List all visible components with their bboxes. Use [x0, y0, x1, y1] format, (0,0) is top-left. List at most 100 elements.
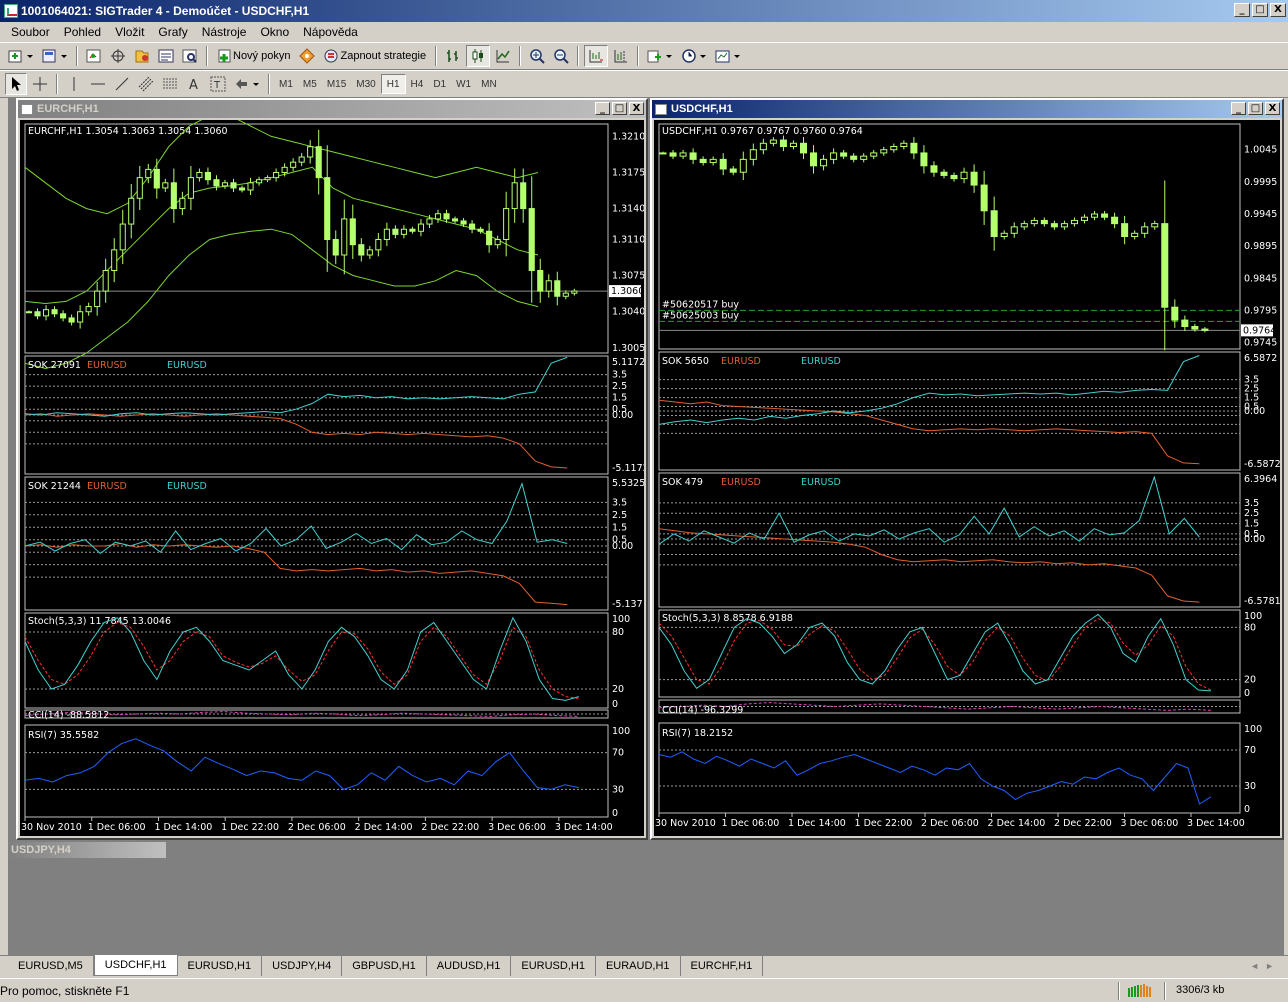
- candle-body: [42, 309, 50, 317]
- horizontal-line-icon[interactable]: [87, 73, 109, 95]
- data-window-icon[interactable]: [107, 45, 129, 67]
- text-icon[interactable]: A: [183, 73, 205, 95]
- level-label: 1.5: [612, 522, 627, 533]
- menu-charts[interactable]: Grafy: [151, 25, 194, 39]
- candle-body: [930, 165, 938, 173]
- candle-body: [315, 146, 322, 179]
- tf-m5[interactable]: M5: [298, 74, 322, 94]
- tf-mn[interactable]: MN: [476, 74, 502, 94]
- maximize-button[interactable]: □: [1252, 3, 1268, 17]
- tf-m15[interactable]: M15: [322, 74, 351, 94]
- cursor-icon[interactable]: [5, 73, 27, 95]
- equidistant-channel-icon[interactable]: [135, 73, 157, 95]
- bar-chart-icon[interactable]: [442, 45, 464, 67]
- line-chart-icon[interactable]: [492, 45, 514, 67]
- crosshair-icon[interactable]: [29, 73, 51, 95]
- current-price-label: 0.9764: [1243, 325, 1276, 336]
- tab-eurchf-h1[interactable]: EURCHF,H1: [681, 956, 764, 976]
- templates-button[interactable]: [712, 45, 744, 67]
- tab-gbpusd-h1[interactable]: GBPUSD,H1: [342, 956, 427, 976]
- tf-h1[interactable]: H1: [380, 74, 406, 94]
- chart-minimize-button[interactable]: _: [595, 102, 610, 115]
- chart-maximize-button[interactable]: □: [1248, 102, 1263, 115]
- candle-body: [341, 218, 348, 256]
- candle-body: [417, 223, 425, 232]
- tf-h4[interactable]: H4: [406, 74, 429, 94]
- strategy-tester-icon[interactable]: [179, 45, 201, 67]
- candle-body: [699, 158, 707, 164]
- trendline-icon[interactable]: [111, 73, 133, 95]
- candle-body: [689, 152, 697, 160]
- candle-body: [1091, 213, 1099, 218]
- chart-svg-eurchf[interactable]: 1.3210 1.3175 1.3140 1.3110 1.3075 1.3040 1.30…: [20, 120, 644, 836]
- chart-canvas[interactable]: 1.0045 0.9995 0.9945 0.9895 0.9845 0.9795 0.97…: [654, 120, 1280, 836]
- tab-audusd-h1[interactable]: AUDUSD,H1: [427, 956, 512, 976]
- arrows-icon[interactable]: [231, 73, 263, 95]
- chart-maximize-button[interactable]: □: [612, 102, 627, 115]
- indicators-button[interactable]: [644, 45, 676, 67]
- market-watch-icon[interactable]: [83, 45, 105, 67]
- menu-help[interactable]: Nápověda: [296, 25, 365, 39]
- metaeditor-icon[interactable]: [296, 45, 318, 67]
- close-button[interactable]: X: [1270, 3, 1286, 17]
- status-divider: [1118, 982, 1120, 1000]
- menu-insert[interactable]: Vložit: [108, 25, 151, 39]
- candle-body: [324, 177, 331, 241]
- vertical-line-icon[interactable]: [63, 73, 85, 95]
- expert-advisors-button[interactable]: Zapnout strategie: [320, 45, 430, 67]
- tf-w1[interactable]: W1: [451, 74, 476, 94]
- tab-eurusd-h1[interactable]: EURUSD,H1: [178, 956, 263, 976]
- chart-close-button[interactable]: X: [1265, 102, 1280, 115]
- minimized-chart-window[interactable]: USDJPY,H4: [8, 842, 166, 858]
- zoom-in-icon[interactable]: [526, 45, 548, 67]
- chart-svg-usdchf[interactable]: 1.0045 0.9995 0.9945 0.9895 0.9845 0.9795 0.97…: [654, 120, 1280, 836]
- text-label-icon[interactable]: T: [207, 73, 229, 95]
- time-axis-label: 1 Dec 06:00: [722, 818, 780, 829]
- menu-file[interactable]: Soubor: [4, 25, 57, 39]
- tf-m1[interactable]: M1: [274, 74, 298, 94]
- autoscroll-icon[interactable]: [584, 45, 609, 67]
- minimized-chart-title: USDJPY,H4: [11, 844, 71, 856]
- window-controls: _ □ X: [1234, 3, 1286, 17]
- chart-window-usdchf[interactable]: USDCHF,H1 _ □ X 1.0045 0.9995 0.9945 0.9895…: [650, 98, 1284, 840]
- current-price-label: 1.3060: [611, 286, 644, 297]
- chart-window-title-bar[interactable]: USDCHF,H1 _ □ X: [652, 100, 1282, 118]
- chart-window-eurchf[interactable]: EURCHF,H1 _ □ X 1.3210 1.3175 1.3140 1.3110…: [16, 98, 648, 840]
- zoom-out-icon[interactable]: [550, 45, 572, 67]
- periods-button[interactable]: [678, 45, 710, 67]
- chart-minimize-button[interactable]: _: [1231, 102, 1246, 115]
- candlestick-chart-icon[interactable]: [466, 45, 491, 67]
- sok-title: SOK 21244: [28, 481, 81, 492]
- minimize-button[interactable]: _: [1234, 3, 1250, 17]
- tf-m30[interactable]: M30: [351, 74, 380, 94]
- tab-usdchf-h1[interactable]: USDCHF,H1: [93, 955, 178, 976]
- price-axis-label: 0.9845: [1244, 273, 1277, 284]
- chart-shift-icon[interactable]: [610, 45, 632, 67]
- tf-d1[interactable]: D1: [428, 74, 451, 94]
- fibonacci-icon[interactable]: [159, 73, 181, 95]
- profiles-button[interactable]: [39, 45, 71, 67]
- chart-window-title-bar[interactable]: EURCHF,H1 _ □ X: [18, 100, 646, 118]
- candle-body: [1141, 226, 1149, 234]
- new-order-button[interactable]: Nový pokyn: [213, 45, 294, 67]
- time-axis-label: 2 Dec 14:00: [988, 818, 1046, 829]
- menu-view[interactable]: Pohled: [57, 25, 108, 39]
- menu-tools[interactable]: Nástroje: [195, 25, 254, 39]
- rsi-title: RSI(7) 35.5582: [28, 730, 99, 741]
- tab-eurusd-h1-2[interactable]: EURUSD,H1: [511, 956, 596, 976]
- terminal-icon[interactable]: [155, 45, 177, 67]
- chart-window-icon: [655, 103, 667, 115]
- tab-eurusd-m5[interactable]: EURUSD,M5: [8, 956, 94, 976]
- chart-close-button[interactable]: X: [629, 102, 644, 115]
- chart-canvas[interactable]: 1.3210 1.3175 1.3140 1.3110 1.3075 1.3040 1.30…: [20, 120, 644, 836]
- candle-body: [486, 230, 493, 246]
- candle-body: [51, 309, 58, 315]
- tab-usdjpy-h4[interactable]: USDJPY,H4: [262, 956, 343, 976]
- level-label: 80: [612, 627, 624, 638]
- new-chart-button[interactable]: [5, 45, 37, 67]
- tab-scroll-arrows[interactable]: ◄►: [1250, 961, 1280, 971]
- tab-euraud-h1[interactable]: EURAUD,H1: [596, 956, 681, 976]
- toolbar-separator: [206, 46, 208, 66]
- menu-window[interactable]: Okno: [253, 25, 296, 39]
- navigator-icon[interactable]: [131, 45, 153, 67]
